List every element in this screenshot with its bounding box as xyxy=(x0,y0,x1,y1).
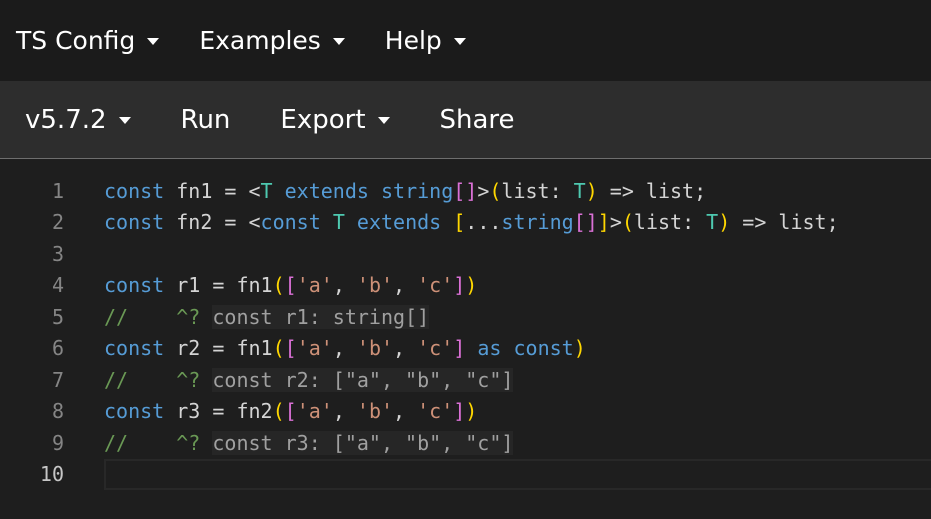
chevron-down-icon xyxy=(332,38,345,45)
line-number: 1 xyxy=(51,178,64,203)
code-text: const fn2 = <const T extends [...string[… xyxy=(104,210,839,235)
chevron-down-icon xyxy=(118,117,131,124)
code-text: const r1 = fn1(['a', 'b', 'c']) xyxy=(104,273,478,298)
line-number: 6 xyxy=(51,336,64,361)
run-label: Run xyxy=(180,104,231,135)
line-number: 8 xyxy=(51,399,64,424)
code-line[interactable]: 2 const fn2 = <const T extends [...strin… xyxy=(0,207,931,239)
type-hint: const r2: ["a", "b", "c"] xyxy=(212,367,514,392)
code-line-active[interactable]: 10 xyxy=(0,458,931,490)
chevron-down-icon xyxy=(147,38,160,45)
code-line[interactable]: 9 // ^? const r3: ["a", "b", "c"] xyxy=(0,427,931,459)
examples-label: Examples xyxy=(199,26,321,55)
code-line[interactable]: 5 // ^? const r1: string[] xyxy=(0,301,931,333)
code-text: const fn1 = <T extends string[]>(list: T… xyxy=(104,178,707,203)
version-select[interactable]: v5.7.2 xyxy=(25,105,131,135)
line-number: 10 xyxy=(39,462,64,487)
code-editor[interactable]: 1 const fn1 = <T extends string[]>(list:… xyxy=(0,159,931,519)
code-text: // ^? const r1: string[] xyxy=(104,304,430,329)
code-line[interactable]: 3 xyxy=(0,238,931,270)
ts-config-menu[interactable]: TS Config xyxy=(16,26,160,55)
top-menu-bar: TS Config Examples Help xyxy=(0,0,931,81)
code-line[interactable]: 4 const r1 = fn1(['a', 'b', 'c']) xyxy=(0,270,931,302)
ts-config-label: TS Config xyxy=(16,26,136,55)
export-label: Export xyxy=(280,104,366,135)
run-button[interactable]: Run xyxy=(181,105,231,135)
chevron-down-icon xyxy=(377,117,390,124)
export-menu[interactable]: Export xyxy=(280,104,390,135)
line-number: 5 xyxy=(51,304,64,329)
version-label: v5.7.2 xyxy=(25,104,107,135)
code-text: const r3 = fn2(['a', 'b', 'c']) xyxy=(104,399,478,424)
code-line[interactable]: 6 const r2 = fn1(['a', 'b', 'c'] as cons… xyxy=(0,333,931,365)
line-number: 4 xyxy=(51,273,64,298)
code-text: // ^? const r2: ["a", "b", "c"] xyxy=(104,367,514,392)
code-line[interactable]: 1 const fn1 = <T extends string[]>(list:… xyxy=(0,175,931,207)
share-button[interactable]: Share xyxy=(440,105,515,135)
line-number: 9 xyxy=(51,430,64,455)
code-text: // ^? const r3: ["a", "b", "c"] xyxy=(104,430,514,455)
playground-toolbar: v5.7.2 Run Export Share xyxy=(0,81,931,159)
code-line[interactable]: 7 // ^? const r2: ["a", "b", "c"] xyxy=(0,364,931,396)
current-line-highlight xyxy=(104,458,931,490)
line-number: 2 xyxy=(51,210,64,235)
share-label: Share xyxy=(439,104,515,135)
examples-menu[interactable]: Examples xyxy=(199,26,345,55)
help-label: Help xyxy=(384,26,442,55)
code-line[interactable]: 8 const r3 = fn2(['a', 'b', 'c']) xyxy=(0,396,931,428)
help-menu[interactable]: Help xyxy=(385,26,466,55)
line-number: 3 xyxy=(51,241,64,266)
line-number: 7 xyxy=(51,367,64,392)
type-hint: const r1: string[] xyxy=(212,304,430,329)
code-text: const r2 = fn1(['a', 'b', 'c'] as const) xyxy=(104,336,586,361)
type-hint: const r3: ["a", "b", "c"] xyxy=(212,430,514,455)
chevron-down-icon xyxy=(453,38,466,45)
